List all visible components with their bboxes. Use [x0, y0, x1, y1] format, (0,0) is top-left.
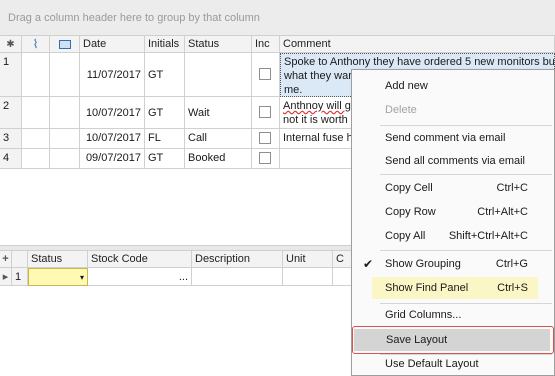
status-dropdown-cell[interactable]: ▾: [28, 268, 88, 286]
menu-item-label: Send all comments via email: [385, 155, 526, 167]
date-cell[interactable]: 10/07/2017: [80, 129, 145, 149]
initials-cell[interactable]: FL: [145, 129, 185, 149]
menu-item-label: Show Find Panel: [385, 282, 469, 294]
menu-item-label: Copy Row: [385, 206, 436, 218]
add-row-header[interactable]: +: [0, 251, 12, 268]
menu-item-use-default-layout[interactable]: Use Default Layout: [352, 353, 554, 375]
attachment-cell[interactable]: [22, 53, 50, 97]
row-indicator-header: [12, 251, 28, 268]
context-menu: Add new Delete Send comment via email Se…: [351, 69, 555, 376]
menu-item-delete[interactable]: Delete: [352, 99, 554, 121]
column-header-attachment[interactable]: ⌇: [22, 36, 50, 53]
column-header-inc[interactable]: Inc: [252, 36, 280, 53]
note-cell[interactable]: [50, 97, 80, 129]
menu-item-shortcut: Ctrl+G: [495, 258, 528, 270]
date-cell[interactable]: 11/07/2017: [80, 53, 145, 97]
menu-item-label: Copy All: [385, 230, 426, 242]
group-by-hint: Drag a column header here to group by th…: [8, 12, 260, 24]
menu-item-copy-all[interactable]: Copy All Shift+Ctrl+Alt+C: [352, 225, 554, 247]
attachment-cell[interactable]: [22, 149, 50, 169]
inc-cell[interactable]: [252, 129, 280, 149]
column-header-initials[interactable]: Initials: [145, 36, 185, 53]
stock-code-cell[interactable]: ...: [88, 268, 192, 286]
menu-item-add-new[interactable]: Add new: [352, 75, 554, 97]
menu-item-label: Show Grouping: [385, 258, 461, 270]
attachment-cell[interactable]: [22, 97, 50, 129]
row-number[interactable]: 1: [12, 268, 28, 286]
note-cell[interactable]: [50, 53, 80, 97]
attachment-cell[interactable]: [22, 129, 50, 149]
group-by-panel[interactable]: Drag a column header here to group by th…: [0, 0, 555, 36]
column-header-status[interactable]: Status: [28, 251, 88, 268]
inc-cell[interactable]: [252, 149, 280, 169]
inc-cell[interactable]: [252, 97, 280, 129]
menu-item-send-all-comments[interactable]: Send all comments via email: [352, 150, 554, 172]
status-cell[interactable]: [185, 53, 252, 97]
column-header-stock-code[interactable]: Stock Code: [88, 251, 192, 268]
menu-separator: [380, 125, 552, 126]
menu-item-shortcut: Ctrl+Alt+C: [477, 206, 528, 218]
inc-cell[interactable]: [252, 53, 280, 97]
checkmark-icon: ✔: [363, 257, 374, 271]
comment-line: Spoke to Anthony they have ordered 5 new…: [284, 56, 555, 68]
menu-item-label: Grid Columns...: [385, 309, 462, 321]
column-header-note[interactable]: [50, 36, 80, 53]
menu-item-save-layout[interactable]: Save Layout: [354, 329, 550, 351]
menu-item-label: Copy Cell: [385, 182, 433, 194]
paperclip-icon: ⌇: [32, 37, 39, 51]
status-cell[interactable]: Wait: [185, 97, 252, 129]
menu-item-grid-columns[interactable]: Grid Columns...: [352, 304, 554, 326]
current-row-icon: ▸: [0, 268, 12, 286]
menu-item-label: Save Layout: [386, 334, 448, 346]
date-cell[interactable]: 09/07/2017: [80, 149, 145, 169]
inc-checkbox[interactable]: [259, 152, 271, 164]
menu-item-shortcut: Ctrl+S: [497, 282, 528, 294]
column-header-unit[interactable]: Unit: [283, 251, 333, 268]
menu-item-save-layout-highlight: Save Layout: [352, 326, 554, 354]
row-number[interactable]: 3: [0, 129, 22, 149]
column-header-status[interactable]: Status: [185, 36, 252, 53]
menu-item-show-grouping[interactable]: ✔ Show Grouping Ctrl+G: [352, 253, 554, 275]
date-cell[interactable]: 10/07/2017: [80, 97, 145, 129]
status-cell[interactable]: Booked: [185, 149, 252, 169]
status-cell[interactable]: Call: [185, 129, 252, 149]
menu-separator: [380, 250, 552, 251]
menu-item-label: Use Default Layout: [385, 358, 479, 370]
menu-item-label: Add new: [385, 80, 428, 92]
unit-cell[interactable]: [283, 268, 333, 286]
menu-item-label: Send comment via email: [385, 132, 506, 144]
column-header-comment[interactable]: Comment: [280, 36, 555, 53]
menu-item-shortcut: Ctrl+C: [496, 182, 528, 194]
row-indicator-header[interactable]: ✱: [0, 36, 22, 53]
plus-icon: +: [2, 253, 9, 265]
note-cell[interactable]: [50, 149, 80, 169]
menu-separator: [380, 174, 552, 175]
menu-item-label: Delete: [385, 104, 417, 116]
note-cell[interactable]: [50, 129, 80, 149]
row-number[interactable]: 2: [0, 97, 22, 129]
description-cell[interactable]: [192, 268, 283, 286]
ellipsis-button[interactable]: ...: [179, 268, 188, 285]
inc-checkbox[interactable]: [259, 132, 271, 144]
menu-item-copy-row[interactable]: Copy Row Ctrl+Alt+C: [352, 201, 554, 223]
note-icon: [58, 40, 71, 49]
initials-cell[interactable]: GT: [145, 53, 185, 97]
menu-item-show-find-panel[interactable]: Show Find Panel Ctrl+S: [372, 277, 538, 299]
row-number[interactable]: 4: [0, 149, 22, 169]
row-number[interactable]: 1: [0, 53, 22, 97]
column-header-description[interactable]: Description: [192, 251, 283, 268]
inc-checkbox[interactable]: [259, 106, 271, 118]
menu-item-shortcut: Shift+Ctrl+Alt+C: [448, 230, 528, 242]
menu-item-copy-cell[interactable]: Copy Cell Ctrl+C: [352, 177, 554, 199]
menu-item-send-comment[interactable]: Send comment via email: [352, 127, 554, 149]
column-header-date[interactable]: Date: [80, 36, 145, 53]
inc-checkbox[interactable]: [259, 68, 271, 80]
initials-cell[interactable]: GT: [145, 97, 185, 129]
asterisk-icon: ✱: [6, 39, 15, 50]
dropdown-arrow-icon[interactable]: ▾: [80, 269, 84, 285]
initials-cell[interactable]: GT: [145, 149, 185, 169]
